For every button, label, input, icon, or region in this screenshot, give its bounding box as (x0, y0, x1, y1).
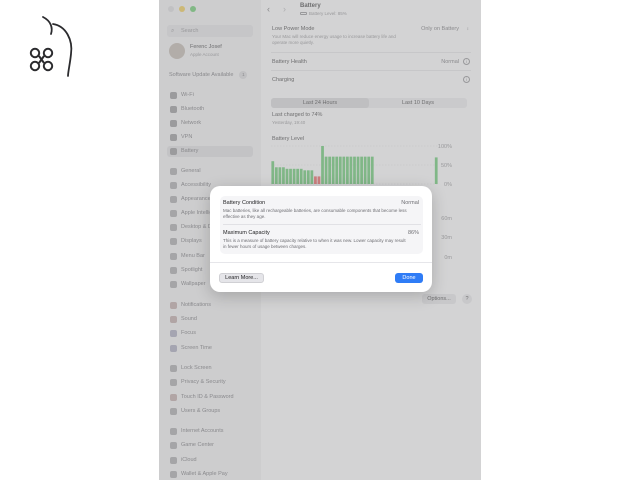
maximum-capacity-label: Maximum Capacity (223, 230, 270, 236)
stage: ⌕ Search Ferenc Josef Apple Account Soft… (0, 0, 640, 480)
battery-condition-label: Battery Condition (223, 200, 266, 206)
battery-condition-value: Normal (401, 200, 419, 206)
divider (210, 262, 432, 263)
done-button[interactable]: Done (395, 273, 423, 283)
battery-condition-description: Mac batteries, like all rechargeable bat… (223, 208, 407, 219)
battery-health-dialog: Battery Condition Normal Mac batteries, … (210, 186, 432, 292)
learn-more-button[interactable]: Learn More... (219, 273, 264, 283)
maximum-capacity-value: 86% (407, 230, 419, 236)
battery-health-details: Battery Condition Normal Mac batteries, … (220, 196, 423, 254)
divider (223, 224, 421, 225)
brand-logo (29, 16, 73, 77)
maximum-capacity-description: This is a measure of battery capacity re… (223, 238, 406, 249)
